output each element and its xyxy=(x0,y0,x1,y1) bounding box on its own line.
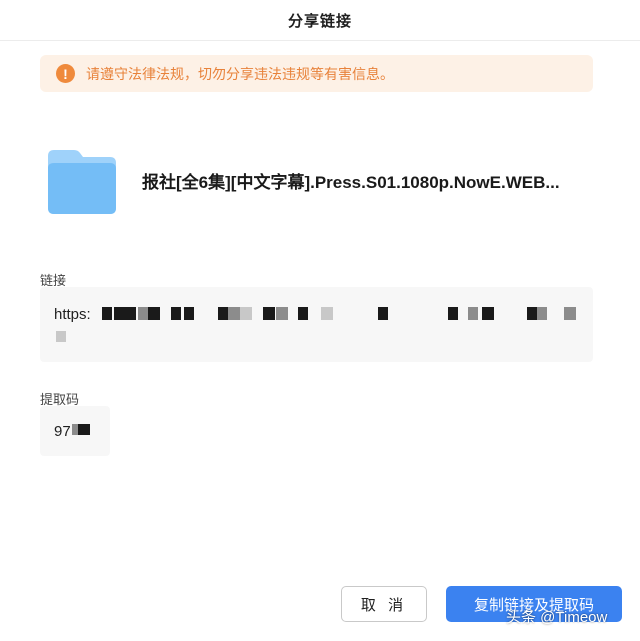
share-link-dialog: 分享链接 ! 请遵守法律法规，切勿分享违法违规等有害信息。 报社[全6集][中文… xyxy=(0,0,640,641)
dialog-title: 分享链接 xyxy=(287,12,352,30)
watermark: 头条 @Timeow xyxy=(506,609,608,626)
folder-icon xyxy=(48,150,116,214)
code-field[interactable]: 97 xyxy=(40,406,110,456)
code-value: 97 xyxy=(54,423,71,440)
warning-banner: ! 请遵守法律法规，切勿分享违法违规等有害信息。 xyxy=(40,55,593,92)
file-name: 报社[全6集][中文字幕].Press.S01.1080p.NowE.WEB..… xyxy=(142,172,560,192)
shared-file: 报社[全6集][中文字幕].Press.S01.1080p.NowE.WEB..… xyxy=(44,140,604,220)
cancel-button[interactable]: 取 消 xyxy=(341,586,427,622)
warning-text: 请遵守法律法规，切勿分享违法违规等有害信息。 xyxy=(86,65,394,82)
link-field[interactable]: https: xyxy=(40,287,593,362)
dialog-header: 分享链接 xyxy=(0,0,640,41)
link-value: https: xyxy=(54,306,91,323)
exclamation-icon: ! xyxy=(56,64,75,83)
